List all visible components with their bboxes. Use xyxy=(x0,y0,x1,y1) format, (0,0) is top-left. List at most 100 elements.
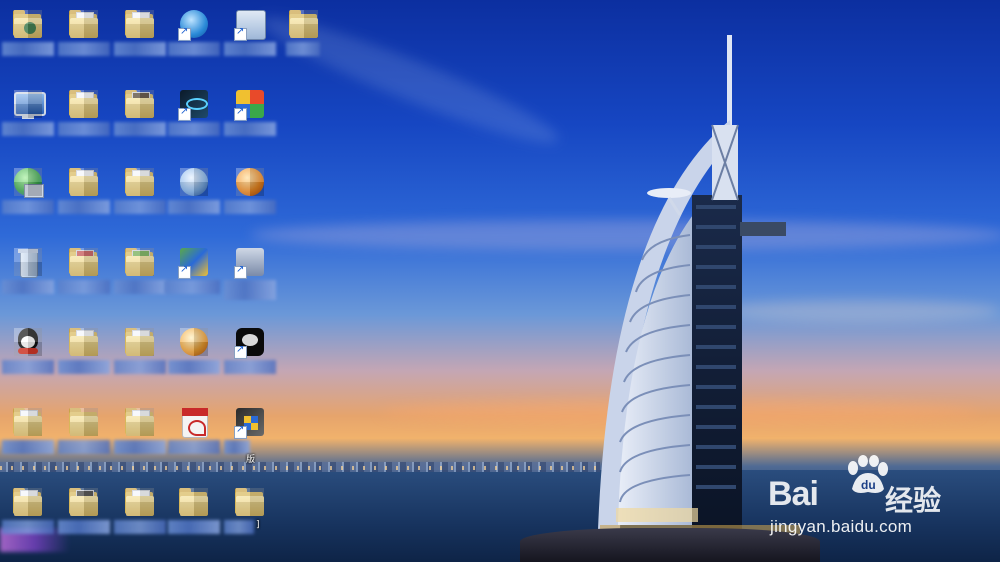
folder-icon xyxy=(178,486,210,518)
icon-label-blurred xyxy=(114,42,166,56)
desktop-icon-browser-shortcut[interactable] xyxy=(166,4,222,72)
icon-label-blurred xyxy=(114,360,166,374)
folder-icon xyxy=(124,406,156,438)
installer-icon xyxy=(234,406,266,439)
desktop-icon-folder[interactable] xyxy=(56,84,112,152)
desktop-icon-window-app[interactable] xyxy=(222,4,278,72)
desktop-icon-folder[interactable] xyxy=(112,4,168,72)
desktop-icon-device[interactable] xyxy=(222,242,278,310)
folder-icon xyxy=(124,8,156,40)
desktop-wallpaper: du Bai 经验 jingyan.baidu.com ↗ ↗ ↗ ↗ ↗ ↗ … xyxy=(0,0,1000,562)
icon-label-blurred xyxy=(2,200,54,214)
folder-icon xyxy=(124,486,156,518)
icon-label-blurred xyxy=(58,520,110,534)
desktop-icon-installer[interactable]: 版 xyxy=(222,402,278,470)
recycle-bin-icon xyxy=(12,246,44,278)
installer-icon xyxy=(178,246,210,279)
folder-icon xyxy=(124,326,156,358)
icon-label-blurred xyxy=(114,520,166,534)
icon-label-blurred xyxy=(168,360,220,374)
desktop-icon-folder[interactable] xyxy=(112,322,168,390)
desktop-icon-pdf[interactable] xyxy=(166,402,222,470)
desktop-icon-computer[interactable] xyxy=(0,84,56,152)
icon-label-blurred xyxy=(2,280,54,294)
desktop-icon-folder[interactable] xyxy=(56,322,112,390)
folder-icon xyxy=(68,166,100,198)
desktop-icon-folder[interactable] xyxy=(0,402,56,470)
icon-label-blurred xyxy=(114,122,166,136)
icon-label-blurred xyxy=(58,280,110,294)
desktop-icon-folder[interactable] xyxy=(276,4,332,72)
shortcut-arrow-icon xyxy=(234,26,247,41)
icon-label-blurred xyxy=(58,440,110,454)
desktop-icon-folder[interactable] xyxy=(112,402,168,470)
desktop-icon-network[interactable] xyxy=(0,162,56,230)
icon-label-blurred xyxy=(286,42,320,56)
desktop-icon-folder[interactable]: ] xyxy=(222,482,278,550)
watermark-url: jingyan.baidu.com xyxy=(770,517,913,536)
icon-label-blurred xyxy=(2,42,54,56)
icon-label-fragment: 版 xyxy=(246,455,256,465)
user-folder-icon xyxy=(12,8,44,40)
desktop-icon-dark-app[interactable] xyxy=(166,84,222,152)
desktop-icon-folder[interactable] xyxy=(112,482,168,550)
icon-label-blurred xyxy=(114,440,166,454)
window-app-icon xyxy=(234,8,266,41)
desktop-icon-installer[interactable] xyxy=(164,242,222,310)
desktop-icon-folder[interactable] xyxy=(112,162,168,230)
icon-label-blurred xyxy=(2,122,54,136)
folder-icon xyxy=(68,486,100,518)
desktop-icon-orange-app[interactable] xyxy=(166,322,222,390)
desktop-icon-folder[interactable] xyxy=(112,84,168,152)
icon-label-blurred xyxy=(2,440,54,454)
desktop-icon-folder[interactable] xyxy=(0,482,56,550)
icon-label-blurred xyxy=(224,42,276,56)
desktop-icon-folder[interactable] xyxy=(56,162,112,230)
folder-icon xyxy=(68,246,100,278)
shortcut-arrow-icon xyxy=(178,264,191,279)
desktop-icon-black-app[interactable] xyxy=(222,322,278,390)
icon-label-blurred xyxy=(224,200,276,214)
folder-icon xyxy=(68,8,100,40)
shortcut-arrow-icon xyxy=(178,26,191,41)
shortcut-arrow-icon xyxy=(178,106,191,121)
folder-icon xyxy=(68,326,100,358)
shortcut-arrow-icon xyxy=(234,344,247,359)
folder-icon xyxy=(124,88,156,120)
folder-icon xyxy=(124,246,156,278)
watermark-brand: Bai xyxy=(768,475,819,513)
icon-label-blurred xyxy=(2,520,54,534)
icon-label-fragment: ] xyxy=(256,520,260,530)
desktop-icon-folder[interactable] xyxy=(56,242,112,310)
desktop-icon-user-folder[interactable] xyxy=(0,4,56,72)
desktop-icon-folder[interactable] xyxy=(112,242,168,310)
icon-label-blurred xyxy=(224,360,276,374)
folder-icon xyxy=(12,406,44,438)
folder-icon xyxy=(12,486,44,518)
icon-label-blurred xyxy=(168,42,220,56)
pdf-document-icon xyxy=(178,406,210,438)
orange-app-icon xyxy=(178,326,210,358)
icon-label-blurred xyxy=(224,122,276,136)
icon-label-blurred xyxy=(168,440,220,454)
icon-label-blurred xyxy=(168,200,220,214)
orange-ball-icon xyxy=(234,166,266,198)
icon-label-blurred xyxy=(114,280,166,294)
icon-label-blurred xyxy=(224,520,254,534)
desktop-icon-recycle-bin[interactable] xyxy=(0,242,56,310)
desktop-icon-orange-ball-app[interactable] xyxy=(222,162,278,230)
desktop-icon-colorful-app[interactable] xyxy=(222,84,278,152)
desktop-icon-folder[interactable] xyxy=(56,402,112,470)
icon-label-blurred xyxy=(114,200,166,214)
black-app-icon xyxy=(234,326,266,359)
desktop-icon-folder[interactable] xyxy=(56,482,112,550)
desktop-icon-folder[interactable] xyxy=(166,482,222,550)
desktop-icon-globe-app[interactable] xyxy=(166,162,222,230)
folder-icon xyxy=(124,166,156,198)
icon-label-blurred xyxy=(2,360,54,374)
computer-icon xyxy=(12,88,46,120)
shortcut-arrow-icon xyxy=(234,106,247,121)
desktop-icon-folder[interactable] xyxy=(56,4,112,72)
folder-icon xyxy=(68,406,100,438)
desktop-icon-qq[interactable] xyxy=(0,322,56,390)
